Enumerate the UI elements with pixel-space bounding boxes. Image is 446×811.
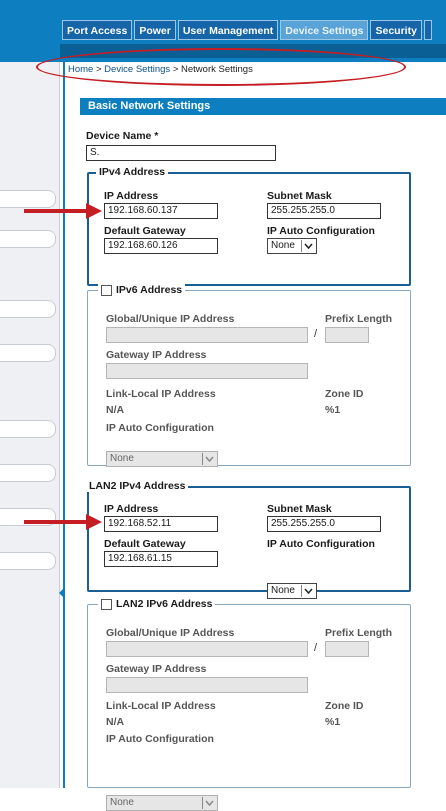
ipv6-prefix-label: Prefix Length	[325, 313, 393, 325]
lan2-ipv6-link-local-value: N/A	[106, 716, 125, 728]
lan2-ipv6-auto-select[interactable]: None	[106, 795, 218, 811]
lan2-ipv6-legend: LAN2 IPv6 Address	[98, 598, 216, 610]
ipv6-enable-checkbox[interactable]	[101, 284, 112, 296]
ipv6-auto-label: IP Auto Configuration	[106, 422, 214, 434]
ipv6-auto-select[interactable]: None	[106, 451, 218, 467]
sidebar-item[interactable]	[0, 300, 56, 318]
lan2-ipv4-legend: LAN2 IPv4 Address	[86, 480, 189, 492]
lan2-ipv6-gateway-input[interactable]	[106, 677, 308, 693]
ipv4-mask-input[interactable]: 255.255.255.0	[267, 203, 381, 219]
lan2-ipv6-gateway-label: Gateway IP Address	[106, 663, 207, 675]
collapse-arrow-icon[interactable]	[59, 588, 64, 598]
lan2-ipv4-mask-input[interactable]: 255.255.255.0	[267, 516, 381, 532]
ipv6-link-local-value: N/A	[106, 404, 125, 416]
ipv6-prefix-input[interactable]	[325, 327, 369, 343]
tab-user-management[interactable]: User Management	[177, 20, 279, 40]
ipv4-mask-label: Subnet Mask	[267, 190, 332, 202]
tab-device-settings[interactable]: Device Settings	[280, 20, 369, 40]
lan2-ipv4-gateway-label: Default Gateway	[104, 538, 186, 550]
lan2-ipv6-global-label: Global/Unique IP Address	[106, 627, 235, 639]
lan2-ipv4-gateway-input[interactable]: 192.168.61.15	[104, 551, 218, 567]
red-arrow-icon	[24, 514, 102, 530]
ipv4-auto-select[interactable]: None	[267, 238, 317, 254]
sidebar-item[interactable]	[0, 344, 56, 362]
tab-overflow[interactable]	[423, 20, 432, 40]
sidebar-item[interactable]	[0, 552, 56, 570]
ipv4-gateway-input[interactable]: 192.168.60.126	[104, 238, 218, 254]
tab-power[interactable]: Power	[134, 20, 176, 40]
ipv6-gateway-label: Gateway IP Address	[106, 349, 207, 361]
section-title: Basic Network Settings	[80, 98, 446, 115]
lan2-ipv4-ip-input[interactable]: 192.168.52.11	[104, 516, 218, 532]
lan2-ipv4-auto-select[interactable]: None	[267, 583, 317, 599]
lan2-ipv4-auto-label: IP Auto Configuration	[267, 538, 375, 550]
sidebar-item[interactable]	[0, 420, 56, 438]
lan2-ipv6-link-local-label: Link-Local IP Address	[106, 700, 216, 712]
ipv4-legend: IPv4 Address	[96, 166, 169, 178]
lan2-ipv6-global-input[interactable]	[106, 641, 308, 657]
annotation-ellipse	[36, 48, 406, 86]
main-tabs: Port Access Power User Management Device…	[62, 20, 432, 40]
ipv6-global-label: Global/Unique IP Address	[106, 313, 235, 325]
lan2-ipv6-zone-label: Zone ID	[325, 700, 364, 712]
content-divider	[63, 62, 65, 788]
prefix-separator: /	[314, 642, 318, 654]
ipv6-legend: IPv6 Address	[98, 284, 186, 296]
chevron-down-icon	[202, 453, 216, 465]
lan2-ipv6-prefix-input[interactable]	[325, 641, 369, 657]
lan2-ipv6-prefix-label: Prefix Length	[325, 627, 393, 639]
device-name-label: Device Name *	[86, 130, 159, 142]
ipv6-zone-label: Zone ID	[325, 388, 364, 400]
prefix-separator: /	[314, 328, 318, 340]
ipv4-gateway-label: Default Gateway	[104, 225, 186, 237]
ipv4-ip-label: IP Address	[104, 190, 159, 202]
chevron-down-icon	[301, 240, 315, 252]
ipv4-auto-label: IP Auto Configuration	[267, 225, 375, 237]
sidebar-item[interactable]	[0, 230, 56, 248]
lan2-ipv4-ip-label: IP Address	[104, 503, 159, 515]
chevron-down-icon	[202, 797, 216, 809]
ipv6-zone-value: %1	[325, 404, 341, 416]
chevron-down-icon	[301, 585, 315, 597]
lan2-ipv6-zone-value: %1	[325, 716, 341, 728]
tab-port-access[interactable]: Port Access	[62, 20, 133, 40]
device-name-input[interactable]: S.	[86, 145, 276, 161]
left-sidebar	[0, 62, 60, 788]
ipv4-ip-input[interactable]: 192.168.60.137	[104, 203, 218, 219]
ipv6-gateway-input[interactable]	[106, 363, 308, 379]
sidebar-item[interactable]	[0, 464, 56, 482]
tab-security[interactable]: Security	[370, 20, 422, 40]
lan2-ipv6-auto-label: IP Auto Configuration	[106, 733, 214, 745]
ipv6-global-input[interactable]	[106, 327, 308, 343]
ipv6-link-local-label: Link-Local IP Address	[106, 388, 216, 400]
red-arrow-icon	[24, 203, 102, 219]
lan2-ipv4-mask-label: Subnet Mask	[267, 503, 332, 515]
lan2-ipv6-enable-checkbox[interactable]	[101, 598, 112, 610]
